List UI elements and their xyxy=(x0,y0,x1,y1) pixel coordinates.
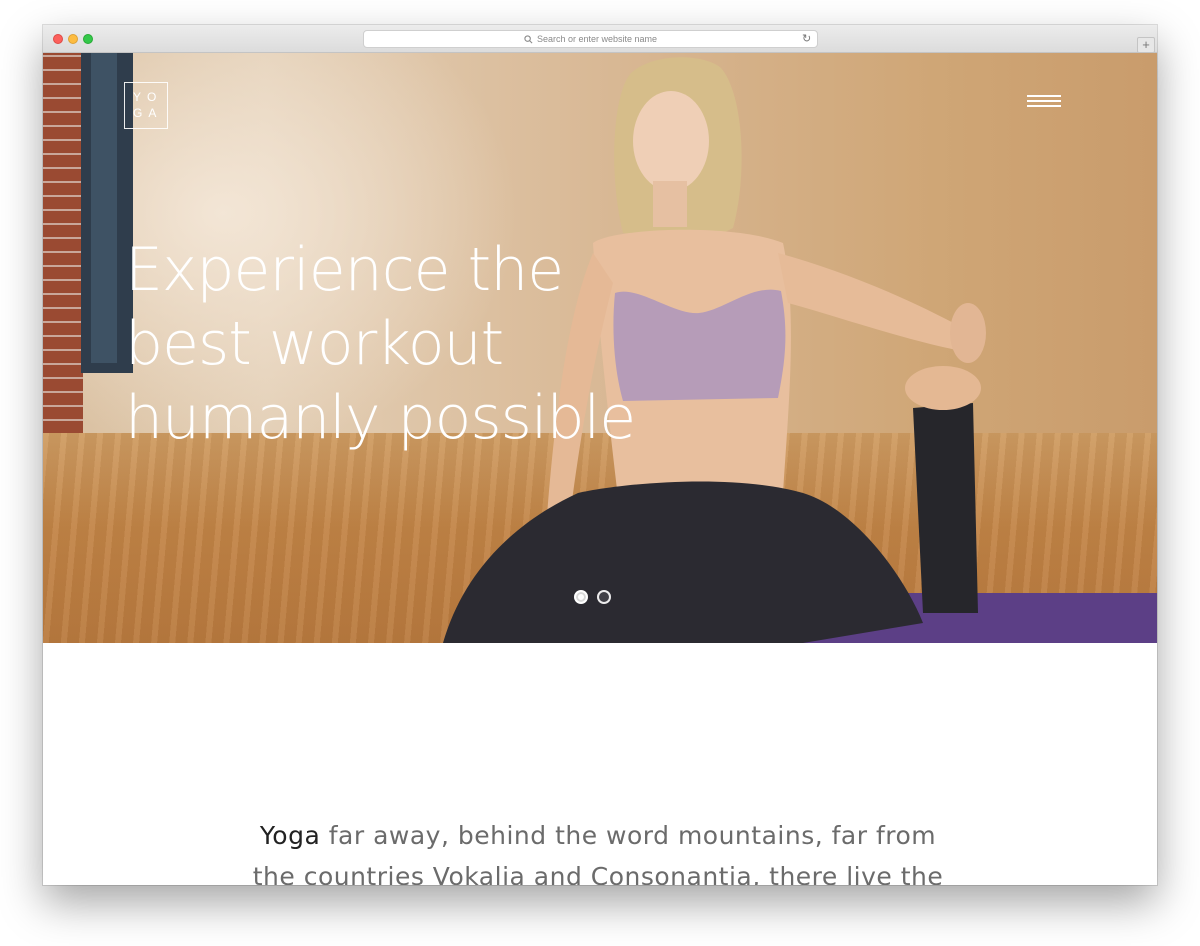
slider-pagination xyxy=(574,590,611,604)
intro-line-1-text: far away, behind the word mountains, far… xyxy=(320,821,937,850)
address-placeholder: Search or enter website name xyxy=(536,34,658,44)
address-bar[interactable]: Search or enter website name ↻ xyxy=(363,30,818,48)
hero-slider: YO GA Experience the best workout humanl… xyxy=(43,53,1157,643)
search-icon xyxy=(524,34,533,43)
hero-headline: Experience the best workout humanly poss… xyxy=(125,233,645,455)
menu-bar-bottom xyxy=(1027,105,1061,107)
new-tab-button[interactable]: + xyxy=(1137,37,1155,53)
menu-bar-middle xyxy=(1027,100,1061,102)
intro-line-1: Yoga far away, behind the word mountains… xyxy=(248,815,948,856)
logo-line-2: GA xyxy=(133,106,163,120)
menu-bar-top xyxy=(1027,95,1061,97)
intro-lead-word: Yoga xyxy=(259,821,321,850)
browser-titlebar: Search or enter website name ↻ + xyxy=(43,25,1157,53)
intro-paragraph: Yoga far away, behind the word mountains… xyxy=(248,815,948,885)
minimize-window-button[interactable] xyxy=(68,34,78,44)
headline-line-3: humanly possible xyxy=(125,383,636,453)
browser-window: Search or enter website name ↻ + YO GA E… xyxy=(43,25,1157,885)
logo-line-1: YO xyxy=(133,90,163,104)
headline-line-1: Experience the xyxy=(125,235,564,305)
site-logo[interactable]: YO GA xyxy=(124,82,168,129)
reload-icon[interactable]: ↻ xyxy=(802,34,813,45)
intro-section: Yoga far away, behind the word mountains… xyxy=(43,643,1157,885)
menu-icon[interactable] xyxy=(1027,95,1063,109)
slider-dot-2[interactable] xyxy=(597,590,611,604)
headline-line-2: best workout xyxy=(125,309,504,379)
maximize-window-button[interactable] xyxy=(83,34,93,44)
intro-line-2: the countries Vokalia and Consonantia, t… xyxy=(252,862,944,885)
close-window-button[interactable] xyxy=(53,34,63,44)
slider-dot-1[interactable] xyxy=(574,590,588,604)
